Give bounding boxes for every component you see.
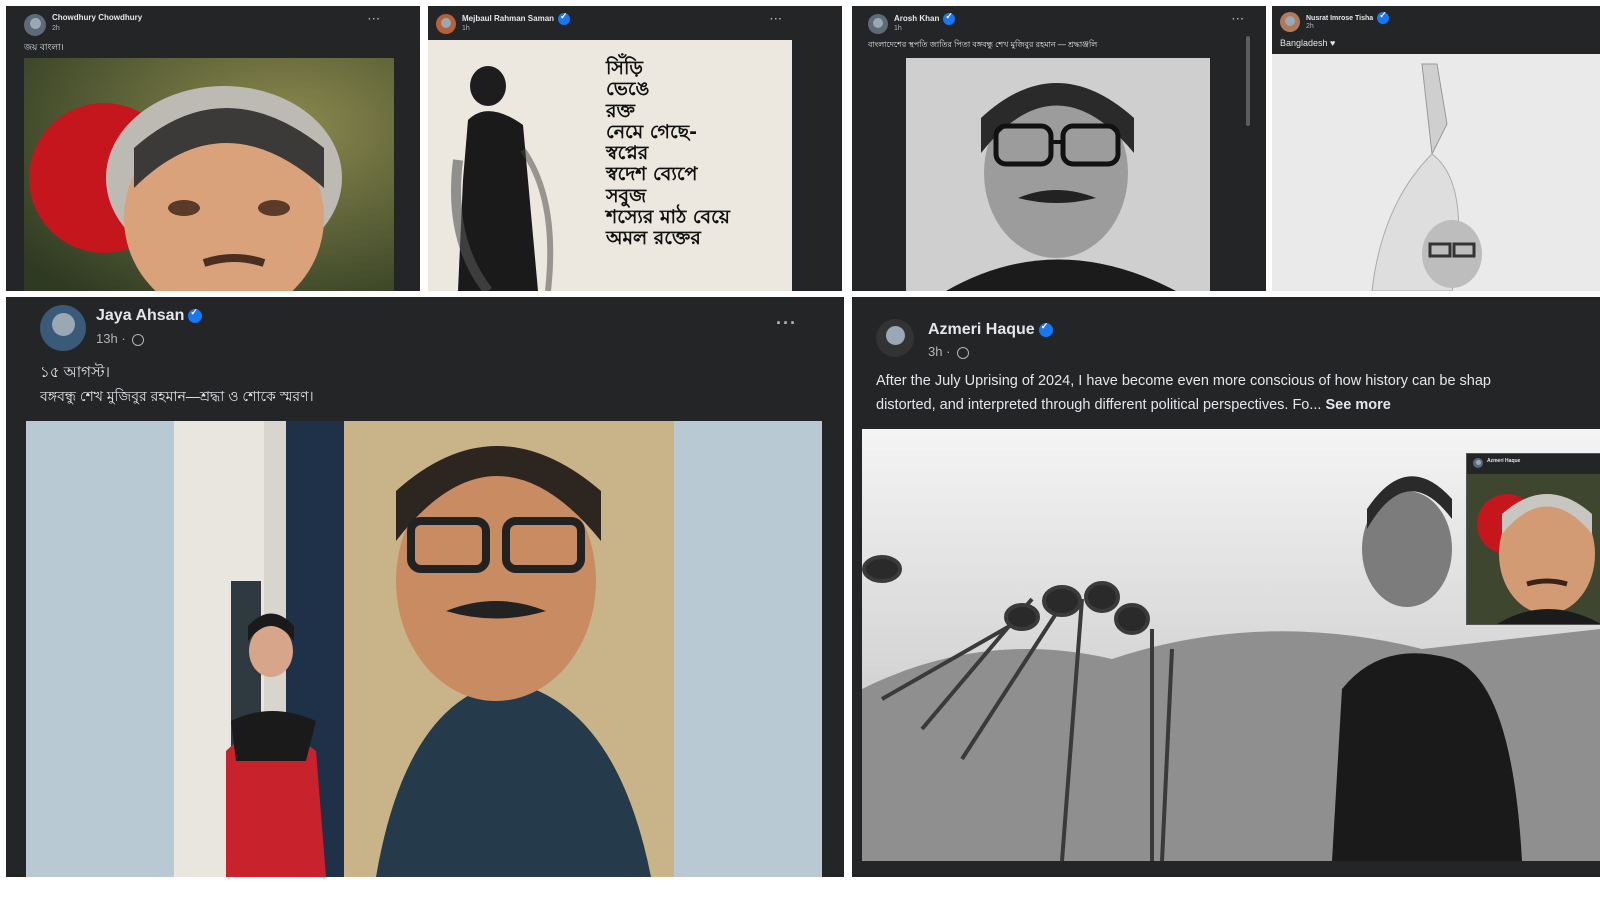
author-name-text[interactable]: Mejbaul Rahman Saman xyxy=(462,14,554,23)
portrait-illustration xyxy=(24,58,394,291)
avatar[interactable] xyxy=(876,319,914,357)
more-options-icon[interactable]: ··· xyxy=(770,14,783,25)
caption-text: distorted, and interpreted through diffe… xyxy=(876,397,1322,413)
globe-icon xyxy=(132,333,145,346)
poem-line: স্বপ্নের xyxy=(606,142,649,165)
post-photo-sketch[interactable] xyxy=(1272,54,1600,291)
post-photo-mosaic[interactable] xyxy=(26,421,822,877)
inset-screenshot[interactable]: Azmeri Haque xyxy=(1466,453,1600,625)
more-options-icon[interactable]: ··· xyxy=(368,14,381,25)
poem-line: ভেঙে xyxy=(606,78,650,101)
verified-badge-icon xyxy=(1038,321,1053,337)
globe-icon xyxy=(957,346,970,359)
author-name-text[interactable]: Arosh Khan xyxy=(894,14,939,23)
post-caption-line2: distorted, and interpreted through diffe… xyxy=(876,397,1600,413)
poem-line: স্বদেশ ব্যেপে xyxy=(606,163,698,186)
post-caption: Bangladesh ♥ xyxy=(1280,38,1336,48)
post-time[interactable]: 3h xyxy=(928,344,942,359)
post-photo-portrait[interactable] xyxy=(24,58,394,291)
poem-line: নেমে গেছে- xyxy=(606,120,698,143)
post-time[interactable]: 13h xyxy=(96,331,118,346)
post-caption-line2: বঙ্গবন্ধু শেখ মুজিবুর রহমান—শ্রদ্ধা ও শো… xyxy=(40,388,314,404)
author-name[interactable]: Arosh Khan xyxy=(894,11,956,25)
post-time[interactable]: 1h xyxy=(894,25,902,32)
post-card-jaya: Jaya Ahsan 13h · ··· ১৫ আগস্ট। বঙ্গবন্ধু… xyxy=(6,297,844,877)
author-name[interactable]: Mejbaul Rahman Saman xyxy=(462,11,571,25)
post-meta: 13h · xyxy=(96,331,145,346)
post-caption: বাংলাদেশের স্থপতি জাতির পিতা বঙ্গবন্ধু শ… xyxy=(868,40,1098,49)
poem-line: অমল রক্তের xyxy=(606,227,701,250)
post-time[interactable]: 1h xyxy=(462,25,470,32)
sketch-illustration xyxy=(1272,54,1600,291)
post-card-1: Chowdhury Chowdhury 2h ··· জয় বাংলা। xyxy=(6,6,420,291)
avatar xyxy=(1473,458,1483,468)
verified-badge-icon xyxy=(943,11,956,25)
post-photo-portrait[interactable] xyxy=(906,58,1210,291)
avatar[interactable] xyxy=(1280,12,1300,32)
author-name-text[interactable]: Nusrat Imrose Tisha xyxy=(1306,15,1373,22)
poem-line: সিঁড়ি xyxy=(606,57,643,79)
inset-portrait xyxy=(1467,474,1600,624)
author-name-text[interactable]: Azmeri Haque xyxy=(928,321,1035,338)
avatar[interactable] xyxy=(24,14,46,36)
avatar[interactable] xyxy=(436,14,456,34)
post-card-azmeri: Azmeri Haque 3h · After the July Uprisin… xyxy=(852,297,1600,877)
inset-author-name: Azmeri Haque xyxy=(1487,458,1521,464)
post-card-3: Arosh Khan 1h ··· বাংলাদেশের স্থপতি জাতি… xyxy=(852,6,1266,291)
author-name-text[interactable]: Jaya Ahsan xyxy=(96,307,184,324)
mosaic-photo xyxy=(26,421,822,877)
more-options-icon[interactable]: ··· xyxy=(1232,14,1245,25)
poem-line: রক্ত xyxy=(606,99,635,122)
avatar[interactable] xyxy=(40,305,86,351)
verified-badge-icon xyxy=(188,307,203,323)
post-photo-speech[interactable]: Azmeri Haque xyxy=(862,429,1600,861)
post-meta: 3h · xyxy=(928,344,970,359)
post-photo-poem[interactable]: সিঁড়ি ভেঙে রক্ত নেমে গেছে- স্বপ্নের স্ব… xyxy=(428,40,792,291)
post-time[interactable]: 2h xyxy=(52,25,60,32)
verified-badge-icon xyxy=(1377,10,1390,24)
author-name[interactable]: Chowdhury Chowdhury xyxy=(52,13,142,22)
more-options-icon[interactable]: ··· xyxy=(776,313,797,334)
post-caption-line1: After the July Uprising of 2024, I have … xyxy=(876,373,1491,389)
portrait-illustration xyxy=(906,58,1210,291)
post-caption-line1: ১৫ আগস্ট। xyxy=(40,364,110,381)
poem-line: সবুজ xyxy=(606,184,647,207)
avatar[interactable] xyxy=(868,14,888,34)
poem-line: শস্যের মাঠ বেয়ে xyxy=(606,205,730,228)
author-name[interactable]: Nusrat Imrose Tisha xyxy=(1306,10,1390,24)
post-card-2: Mejbaul Rahman Saman 1h ··· সিঁড়ি ভেঙে … xyxy=(428,6,842,291)
scrollbar[interactable] xyxy=(1246,36,1250,126)
post-time[interactable]: 2h xyxy=(1306,23,1314,30)
post-caption: জয় বাংলা। xyxy=(24,42,64,52)
post-card-4: Nusrat Imrose Tisha 2h Bangladesh ♥ xyxy=(1272,6,1600,291)
author-name[interactable]: Azmeri Haque xyxy=(928,321,1053,339)
verified-badge-icon xyxy=(558,11,571,25)
author-name[interactable]: Jaya Ahsan xyxy=(96,307,203,325)
see-more-link[interactable]: See more xyxy=(1326,397,1391,413)
poem-text: সিঁড়ি ভেঙে রক্ত নেমে গেছে- স্বপ্নের স্ব… xyxy=(606,57,730,250)
